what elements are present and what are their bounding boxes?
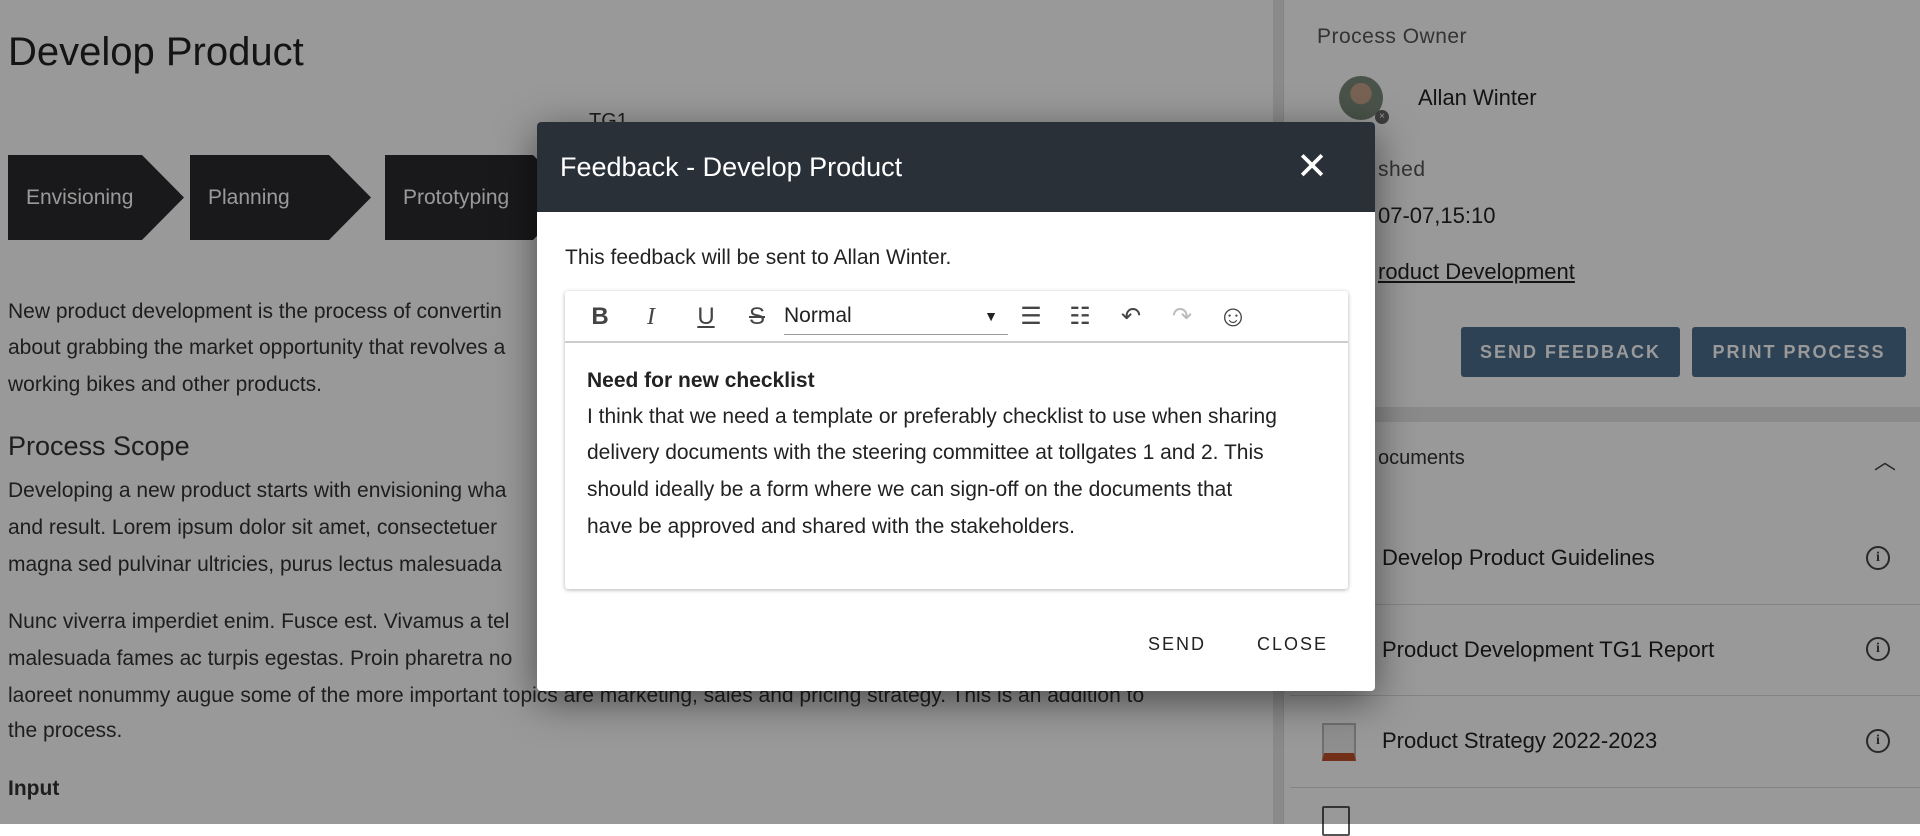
rich-text-editor[interactable]: B I U S Normal ▼ ☰ ☷ ↶ ↷ ☺ Need for new c… [565, 291, 1348, 589]
bold-icon[interactable]: B [584, 301, 616, 333]
bulleted-list-icon[interactable]: ☰ [1015, 301, 1047, 333]
dialog-title: Feedback - Develop Product [560, 151, 903, 182]
format-value: Normal [784, 304, 852, 327]
recipient-text: This feedback will be sent to Allan Wint… [565, 246, 952, 269]
format-select[interactable]: Normal ▼ [784, 299, 1008, 335]
close-button[interactable]: CLOSE [1257, 634, 1328, 655]
italic-icon[interactable]: I [635, 301, 667, 333]
feedback-dialog: Feedback - Develop Product ✕ This feedba… [537, 122, 1375, 691]
feedback-line: should ideally be a form where we can si… [587, 478, 1233, 501]
strikethrough-icon[interactable]: S [741, 301, 773, 333]
dialog-header: Feedback - Develop Product ✕ [537, 122, 1375, 212]
dropdown-arrow-icon: ▼ [984, 308, 998, 324]
underline-icon[interactable]: U [690, 301, 722, 333]
feedback-line: I think that we need a template or prefe… [587, 405, 1277, 428]
send-button[interactable]: SEND [1148, 634, 1206, 655]
feedback-heading: Need for new checklist [587, 369, 815, 392]
feedback-line: have be approved and shared with the sta… [587, 515, 1075, 538]
feedback-line: delivery documents with the steering com… [587, 441, 1264, 464]
redo-icon[interactable]: ↷ [1166, 301, 1198, 333]
undo-icon[interactable]: ↶ [1115, 301, 1147, 333]
editor-toolbar: B I U S Normal ▼ ☰ ☷ ↶ ↷ ☺ [565, 291, 1348, 343]
close-icon[interactable]: ✕ [1293, 148, 1331, 186]
numbered-list-icon[interactable]: ☷ [1064, 301, 1096, 333]
emoji-icon[interactable]: ☺ [1217, 301, 1249, 333]
